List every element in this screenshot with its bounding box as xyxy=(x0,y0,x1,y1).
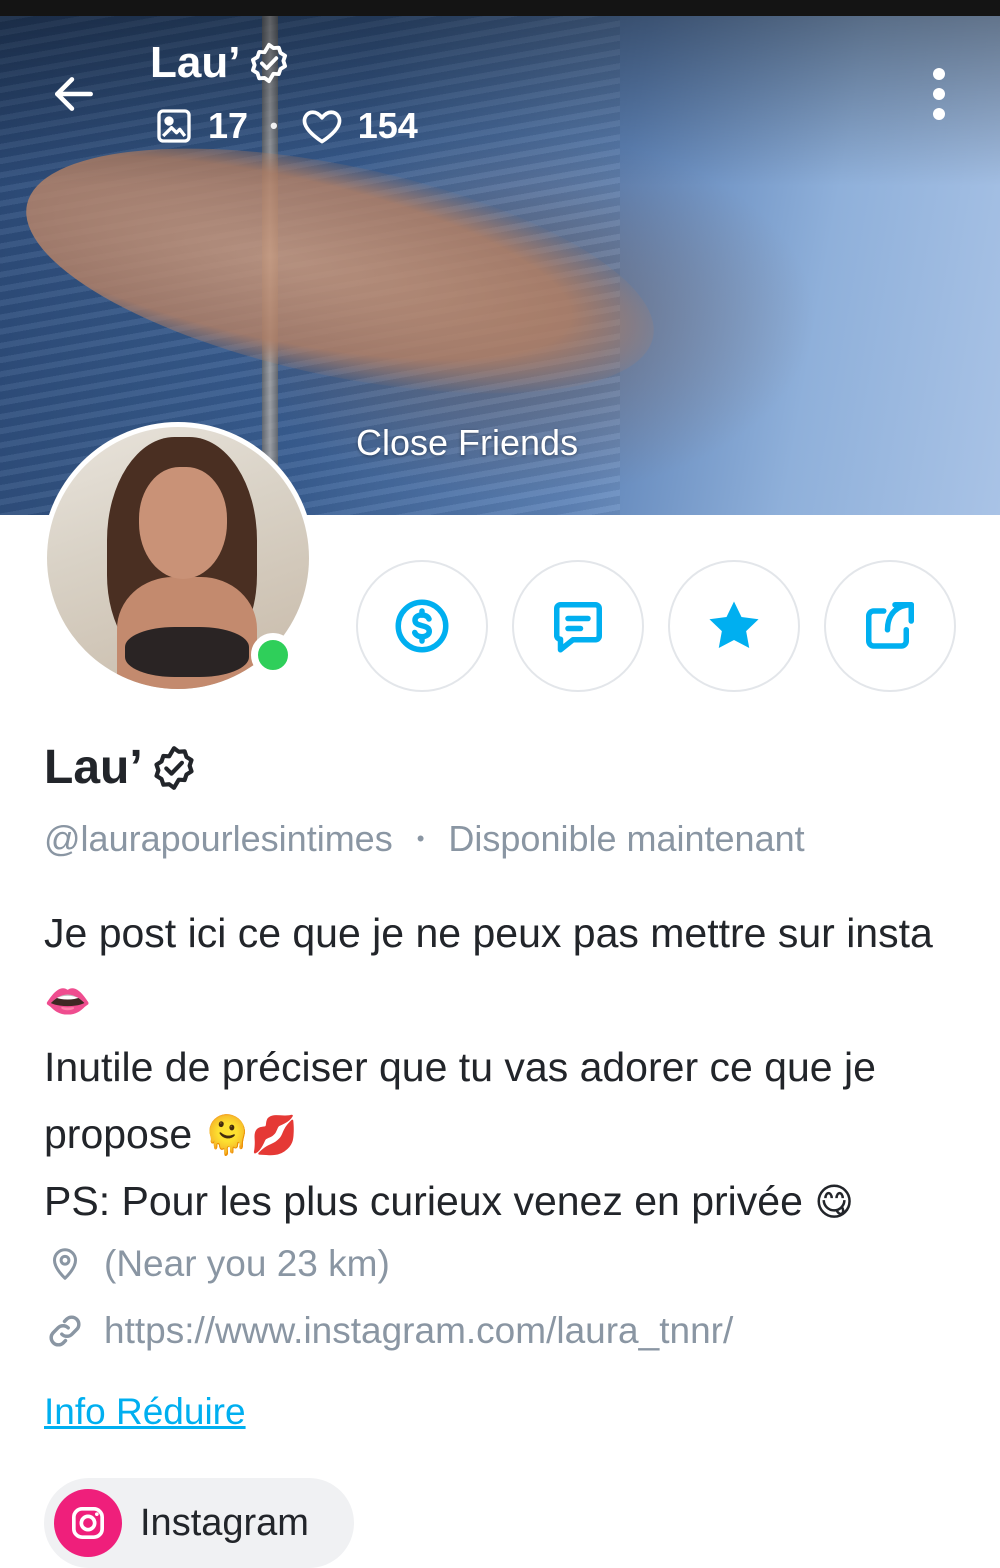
profile-name-text: Lau’ xyxy=(44,741,143,794)
website-link[interactable]: https://www.instagram.com/laura_tnnr/ xyxy=(104,1310,733,1352)
bio-line-3-text: PS: Pour les plus curieux venez en privé… xyxy=(44,1178,803,1224)
melting-kiss-emoji: 🫠💋 xyxy=(203,1112,299,1157)
avatar-face xyxy=(139,467,227,579)
cover-caption: Close Friends xyxy=(356,422,579,463)
star-icon xyxy=(709,601,759,648)
availability-status: Disponible maintenant xyxy=(448,818,805,859)
header-name: Lau’ xyxy=(150,38,241,87)
verified-badge-icon xyxy=(154,745,194,790)
instagram-label: Instagram xyxy=(140,1501,309,1544)
likes-count-value: 154 xyxy=(357,105,418,146)
message-button[interactable] xyxy=(512,560,644,692)
bio: Je post ici ce que je ne peux pas mettre… xyxy=(44,900,964,1236)
media-count[interactable]: 17 xyxy=(154,105,248,147)
tip-button[interactable] xyxy=(356,560,488,692)
bio-line-1-text: Je post ici ce que je ne peux pas mettre… xyxy=(44,910,933,956)
online-status-dot xyxy=(251,633,295,677)
location-row: (Near you 23 km) xyxy=(44,1243,390,1285)
profile-name: Lau’ xyxy=(44,740,199,795)
image-icon xyxy=(157,109,191,143)
likes-count[interactable]: 154 xyxy=(300,104,418,148)
website-row[interactable]: https://www.instagram.com/laura_tnnr/ xyxy=(44,1310,733,1352)
header-stats: 17 • 154 xyxy=(154,104,418,148)
media-count-value: 17 xyxy=(208,105,249,146)
heart-icon xyxy=(302,110,342,144)
verified-badge-icon xyxy=(251,42,288,84)
info-collapse-link[interactable]: Info Réduire xyxy=(44,1391,246,1433)
bio-line-2: Inutile de préciser que tu vas adorer ce… xyxy=(44,1034,964,1168)
username: @laurapourlesintimes xyxy=(44,818,393,859)
location-text: (Near you 23 km) xyxy=(104,1243,390,1284)
back-button[interactable] xyxy=(46,66,102,122)
bio-line-3: PS: Pour les plus curieux venez en privé… xyxy=(44,1168,964,1236)
more-vertical-icon xyxy=(933,68,945,120)
profile-meta: @laurapourlesintimes • Disponible mainte… xyxy=(44,818,805,860)
favorite-button[interactable] xyxy=(668,560,800,692)
dollar-circle-icon xyxy=(395,599,449,653)
instagram-chip[interactable]: Instagram xyxy=(44,1478,354,1568)
share-button[interactable] xyxy=(824,560,956,692)
share-icon xyxy=(866,602,914,649)
action-buttons xyxy=(356,560,956,692)
more-options-button[interactable] xyxy=(916,64,962,124)
link-icon xyxy=(44,1310,86,1352)
arrow-left-icon xyxy=(55,77,93,111)
bio-line-1: Je post ici ce que je ne peux pas mettre… xyxy=(44,900,964,1034)
status-bar xyxy=(0,0,1000,16)
header-title: Lau’ xyxy=(150,38,292,88)
stats-separator: • xyxy=(270,113,278,138)
yum-emoji: 😋 xyxy=(814,1180,854,1224)
message-icon xyxy=(554,602,602,653)
bio-line-2-text: Inutile de préciser que tu vas adorer ce… xyxy=(44,1044,876,1157)
meta-separator: • xyxy=(416,826,425,851)
avatar-clothing xyxy=(125,627,249,677)
instagram-icon xyxy=(54,1489,122,1557)
lips-emoji: 👄 xyxy=(44,978,92,1023)
map-pin-icon xyxy=(44,1243,86,1285)
